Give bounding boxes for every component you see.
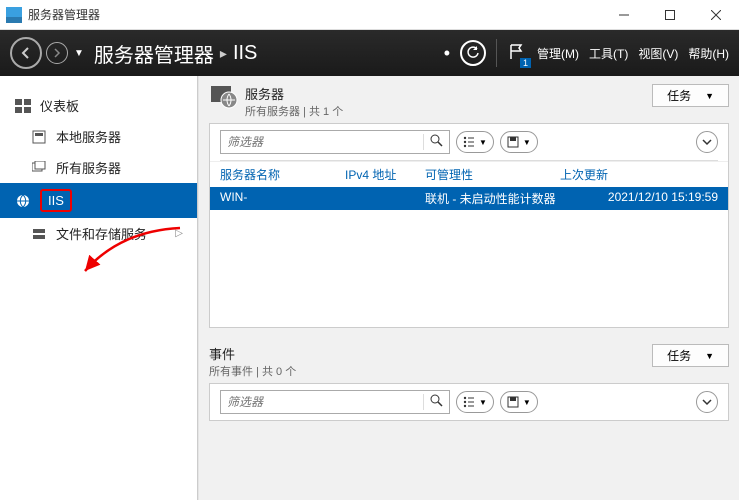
nav-dropdown-icon[interactable]: ▼ [74,48,84,59]
sidebar-item-local-server[interactable]: 本地服务器 [0,121,197,152]
caret-down-icon: ▼ [705,91,714,101]
tasks-label: 任务 [667,87,691,104]
tasks-label: 任务 [667,347,691,364]
iis-icon [14,193,32,209]
nav-back-button[interactable] [10,37,42,69]
disk-icon [507,136,519,148]
col-server-name[interactable]: 服务器名称 [220,166,345,183]
sidebar-item-label: 仪表板 [40,96,79,115]
save-query-button[interactable]: ▼ [500,391,538,413]
header-divider [496,39,497,67]
events-filter-input[interactable] [221,395,423,409]
servers-filter-input[interactable] [221,135,423,149]
expand-icon[interactable]: ▷ [175,228,183,239]
col-ipv4[interactable]: IPv4 地址 [345,166,425,183]
refresh-button[interactable] [460,40,486,66]
storage-icon [30,226,48,242]
main-content: 服务器 所有服务器 | 共 1 个 任务 ▼ ▼ [198,76,739,500]
notifications-flag-icon[interactable]: 1 [507,43,525,64]
dashboard-icon [14,98,32,114]
servers-icon [30,160,48,176]
servers-tasks-button[interactable]: 任务 ▼ [652,84,729,107]
search-icon[interactable] [423,134,449,150]
servers-filter-input-wrap [220,130,450,154]
caret-down-icon: ▼ [479,138,487,147]
menu-view[interactable]: 视图(V) [638,45,678,62]
save-query-button[interactable]: ▼ [500,131,538,153]
events-tasks-button[interactable]: 任务 ▼ [652,344,729,367]
servers-table-header: 服务器名称 IPv4 地址 可管理性 上次更新 [210,161,728,187]
maximize-button[interactable] [647,0,693,30]
col-manageability[interactable]: 可管理性 [425,166,560,183]
breadcrumb-root[interactable]: 服务器管理器 [94,39,214,68]
chevron-down-icon [702,397,712,407]
close-button[interactable] [693,0,739,30]
minimize-button[interactable] [601,0,647,30]
filter-options-button[interactable]: ▼ [456,391,494,413]
app-icon [6,7,22,23]
events-panel-title: 事件 [209,344,296,363]
search-icon[interactable] [423,394,449,410]
events-filter-input-wrap [220,390,450,414]
menu-help[interactable]: 帮助(H) [688,45,729,62]
servers-panel-icon [209,84,239,110]
nav-forward-button[interactable] [46,42,68,64]
sidebar-item-label: 所有服务器 [56,158,121,177]
table-row[interactable]: WIN- 联机 - 未启动性能计数器 2021/12/10 15:19:59 [210,187,728,210]
sidebar-item-iis[interactable]: IIS [0,183,197,218]
breadcrumb-leaf[interactable]: IIS [233,42,257,65]
events-panel-subtitle: 所有事件 | 共 0 个 [209,363,296,379]
collapse-button[interactable] [696,391,718,413]
overflow-dot-icon[interactable]: • [444,43,450,64]
list-icon [463,136,475,148]
sidebar-item-label: IIS [40,189,72,212]
breadcrumb-separator-icon: ▸ [220,45,227,62]
menu-tools[interactable]: 工具(T) [589,45,628,62]
sidebar-item-dashboard[interactable]: 仪表板 [0,90,197,121]
servers-panel-title: 服务器 [245,84,343,103]
cell-server-name: WIN- [220,190,345,207]
sidebar-item-all-servers[interactable]: 所有服务器 [0,152,197,183]
cell-last-update: 2021/12/10 15:19:59 [570,190,718,207]
window-title: 服务器管理器 [28,6,100,23]
servers-panel-subtitle: 所有服务器 | 共 1 个 [245,103,343,119]
notification-count: 1 [520,58,531,68]
sidebar-item-label: 本地服务器 [56,127,121,146]
list-icon [463,396,475,408]
sidebar-item-file-storage[interactable]: 文件和存储服务 ▷ [0,218,197,249]
filter-options-button[interactable]: ▼ [456,131,494,153]
caret-down-icon: ▼ [523,138,531,147]
header-bar: ▼ 服务器管理器 ▸ IIS • 1 管理(M) 工具(T) 视图(V) 帮助(… [0,30,739,76]
chevron-down-icon [702,137,712,147]
col-last-update[interactable]: 上次更新 [560,166,718,183]
menu-manage[interactable]: 管理(M) [537,45,579,62]
caret-down-icon: ▼ [705,351,714,361]
caret-down-icon: ▼ [479,398,487,407]
breadcrumb: 服务器管理器 ▸ IIS [94,39,257,68]
disk-icon [507,396,519,408]
sidebar: 仪表板 本地服务器 所有服务器 IIS 文件和存储服务 ▷ [0,76,198,500]
titlebar: 服务器管理器 [0,0,739,30]
server-icon [30,129,48,145]
cell-manageability: 联机 - 未启动性能计数器 [425,190,570,207]
servers-table-body: WIN- 联机 - 未启动性能计数器 2021/12/10 15:19:59 [210,187,728,327]
cell-ipv4 [345,190,425,207]
caret-down-icon: ▼ [523,398,531,407]
collapse-button[interactable] [696,131,718,153]
sidebar-item-label: 文件和存储服务 [56,224,147,243]
